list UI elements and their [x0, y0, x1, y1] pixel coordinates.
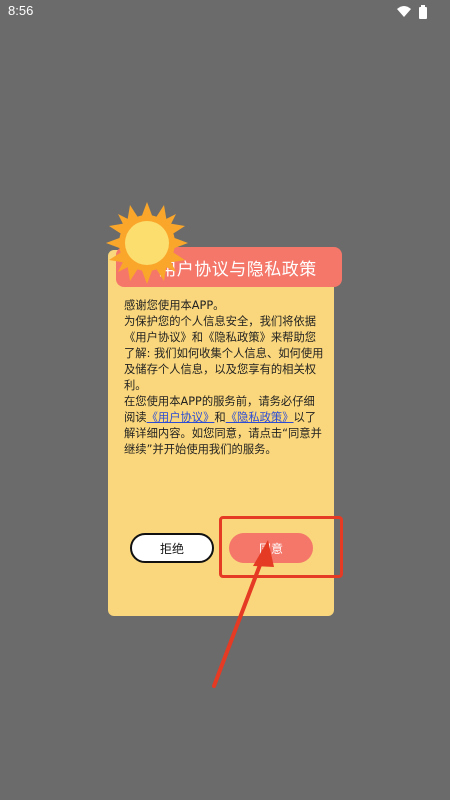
decline-button[interactable]: 拒绝	[130, 533, 214, 563]
dialog-paragraph-2: 为保护您的个人信息安全，我们将依据《用户协议》和《隐私政策》来帮助您了解: 我们…	[124, 315, 324, 392]
privacy-policy-link[interactable]: 《隐私政策》	[226, 411, 294, 424]
sun-icon	[106, 202, 188, 284]
dialog-paragraph-1: 感谢您使用本APP。	[124, 299, 225, 312]
status-time: 8:56	[8, 3, 34, 18]
status-icons	[397, 5, 427, 19]
status-bar: 8:56	[0, 0, 450, 24]
wifi-icon	[397, 6, 411, 17]
paragraph-3-and: 和	[214, 411, 226, 424]
agree-button[interactable]: 同意	[229, 533, 313, 563]
battery-icon	[419, 5, 427, 19]
dialog-body: 感谢您使用本APP。 为保护您的个人信息安全，我们将依据《用户协议》和《隐私政策…	[124, 298, 324, 458]
screen: 8:56 用户协议与隐私政策 感谢您使用本APP。 为保护您的个人信息安全，我们…	[0, 0, 450, 800]
user-agreement-link[interactable]: 《用户协议》	[147, 411, 215, 424]
dialog-paragraph-3: 在您使用本APP的服务前，请务必仔细阅读《用户协议》和《隐私政策》以了解详细内容…	[124, 394, 324, 458]
